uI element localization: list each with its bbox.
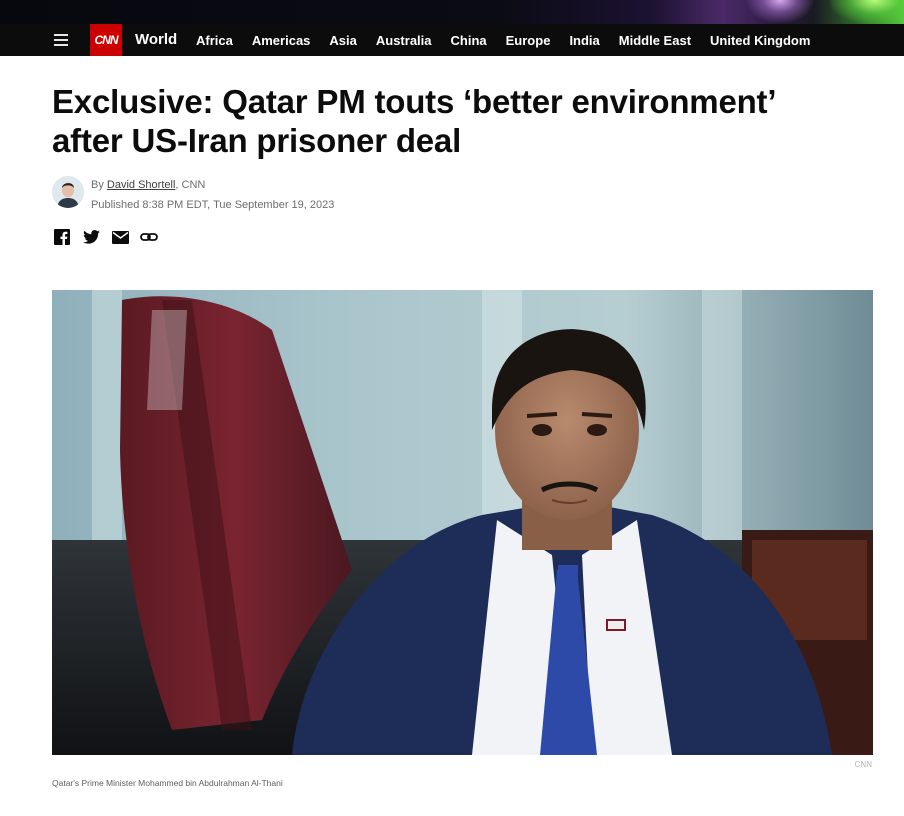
- byline-outlet: , CNN: [175, 179, 206, 191]
- top-strip-glow: [745, 0, 815, 24]
- byline: By David Shortell, CNN: [91, 179, 205, 191]
- twitter-icon[interactable]: [82, 228, 100, 246]
- nav-link-australia[interactable]: Australia: [376, 33, 432, 48]
- author-link[interactable]: David Shortell: [107, 179, 175, 191]
- nav-link-africa[interactable]: Africa: [196, 33, 233, 48]
- nav-link-united-kingdom[interactable]: United Kingdom: [710, 33, 810, 48]
- menu-icon[interactable]: [54, 33, 68, 47]
- cnn-logo[interactable]: CNN: [90, 24, 122, 56]
- top-strip-glow-green: [830, 0, 904, 24]
- browser-top-strip: [0, 0, 904, 24]
- nav-link-americas[interactable]: Americas: [252, 33, 311, 48]
- article-headline: Exclusive: Qatar PM touts ‘better enviro…: [52, 83, 775, 159]
- email-icon[interactable]: [111, 228, 129, 246]
- share-bar: [53, 228, 169, 246]
- image-credit: CNN: [854, 760, 872, 769]
- nav-links: Africa Americas Asia Australia China Eur…: [196, 33, 829, 48]
- section-title-world[interactable]: World: [135, 31, 177, 48]
- nav-link-middle-east[interactable]: Middle East: [619, 33, 691, 48]
- byline-prefix: By: [91, 179, 104, 191]
- article-hero-image[interactable]: [52, 290, 873, 755]
- author-avatar[interactable]: [52, 176, 84, 208]
- nav-link-china[interactable]: China: [451, 33, 487, 48]
- nav-link-europe[interactable]: Europe: [506, 33, 551, 48]
- nav-link-india[interactable]: India: [569, 33, 599, 48]
- nav-link-asia[interactable]: Asia: [329, 33, 356, 48]
- facebook-icon[interactable]: [53, 228, 71, 246]
- link-icon[interactable]: [140, 228, 158, 246]
- image-caption: Qatar's Prime Minister Mohammed bin Abdu…: [52, 778, 283, 788]
- published-timestamp: Published 8:38 PM EDT, Tue September 19,…: [91, 199, 335, 211]
- top-navbar: CNN World Africa Americas Asia Australia…: [0, 24, 904, 56]
